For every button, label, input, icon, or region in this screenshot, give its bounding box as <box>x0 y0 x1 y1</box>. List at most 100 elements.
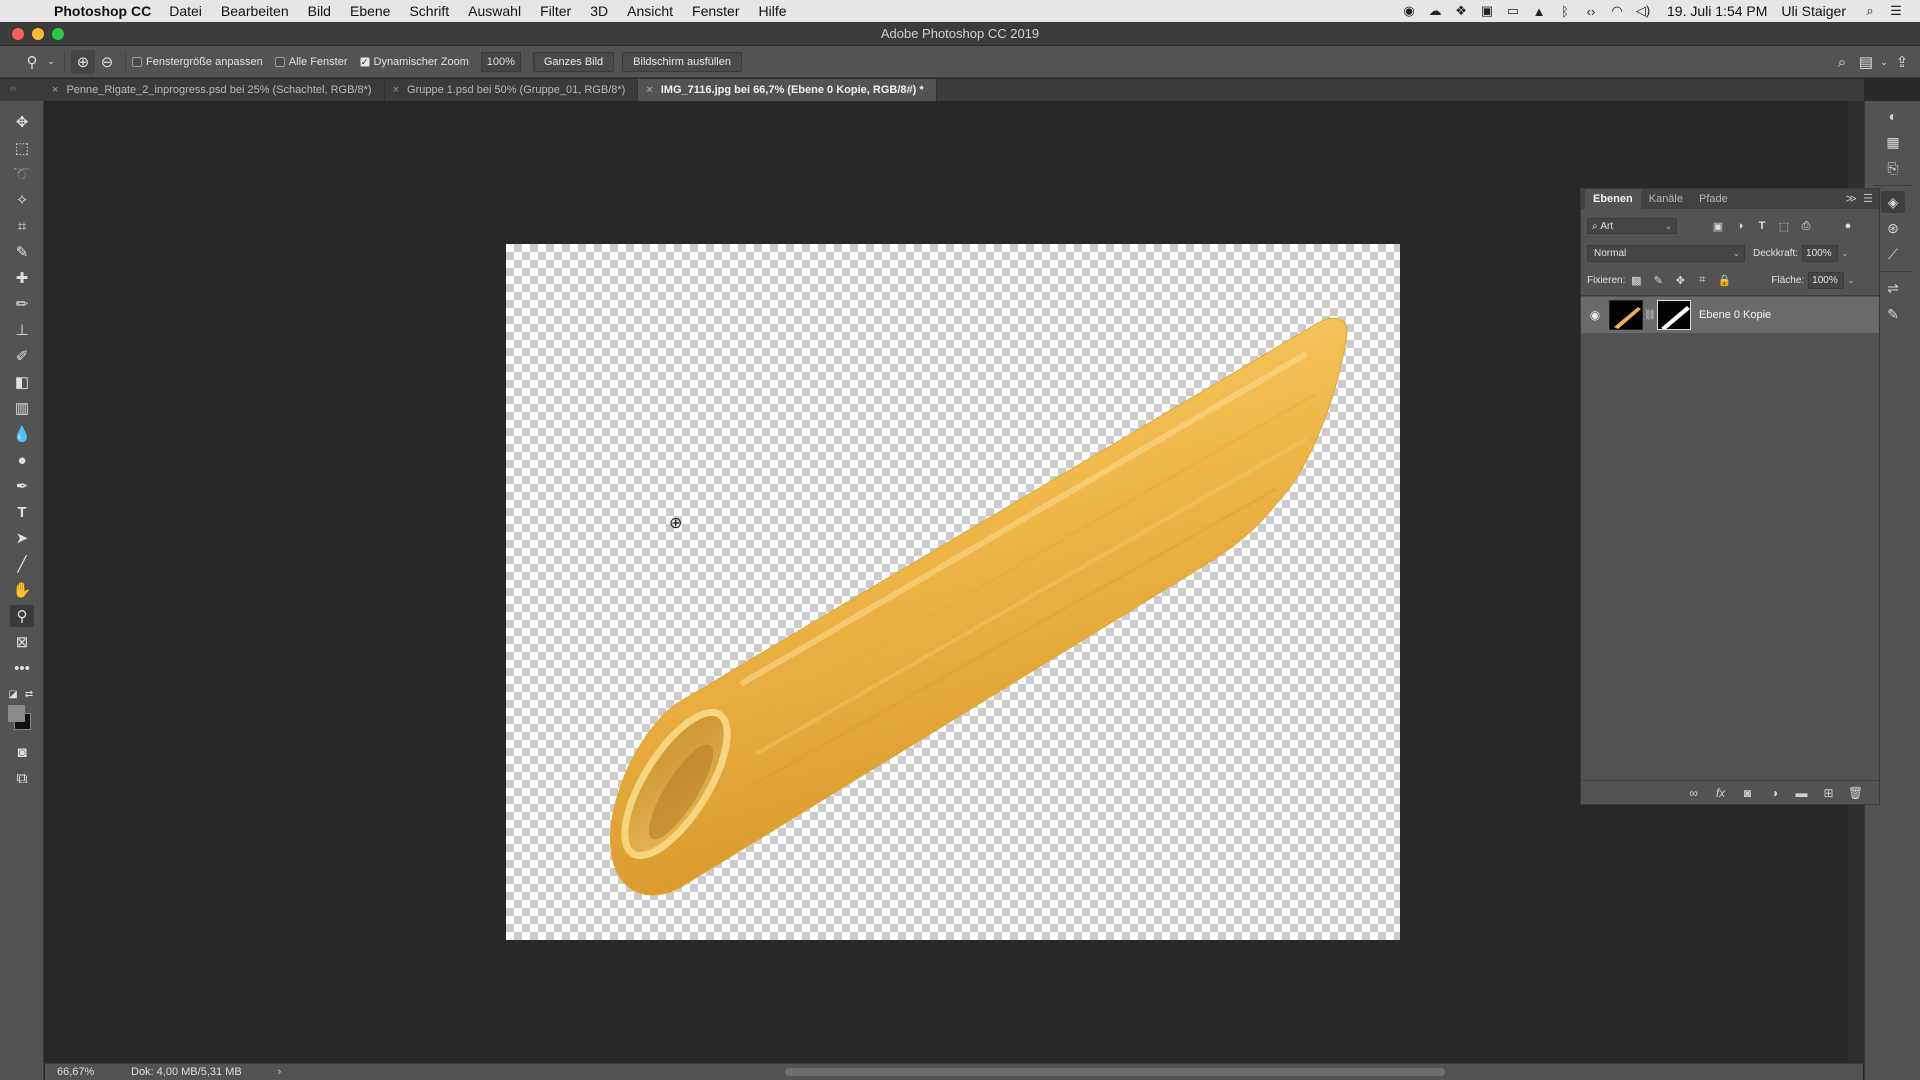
close-icon[interactable]: × <box>646 84 652 96</box>
brush-tool-icon[interactable]: ✏ <box>10 293 34 315</box>
spotlight-search-icon[interactable]: ⌕ <box>1860 3 1880 19</box>
filter-shape-icon[interactable]: ⬚ <box>1773 220 1795 233</box>
menu-auswahl[interactable]: Auswahl <box>468 3 521 19</box>
fit-screen-button[interactable]: Ganzes Bild <box>532 51 615 72</box>
crop-tool-icon[interactable]: ⌗ <box>10 215 34 237</box>
zoom-tool-icon[interactable]: ⚲ <box>10 605 34 627</box>
chevron-down-icon[interactable]: ⌄ <box>1878 50 1890 74</box>
layer-thumbnail[interactable] <box>1609 300 1643 330</box>
trash-icon[interactable]: 🗑 <box>1842 786 1869 800</box>
dodge-tool-icon[interactable]: ● <box>10 449 34 471</box>
foreground-color-swatch[interactable] <box>8 705 25 722</box>
swap-colors-icon[interactable]: ⇄ <box>22 683 36 705</box>
search-icon[interactable]: ⌕ <box>1830 50 1854 74</box>
volume-icon[interactable]: ◁) <box>1633 3 1653 19</box>
menu-3d[interactable]: 3D <box>590 3 608 19</box>
layer-name[interactable]: Ebene 0 Kopie <box>1699 309 1771 321</box>
layer-filter-dropdown[interactable]: ⌕ Art ⌄ <box>1587 218 1677 234</box>
filter-pixel-icon[interactable]: ▣ <box>1707 220 1729 233</box>
menu-ebene[interactable]: Ebene <box>350 3 390 19</box>
gradient-tool-icon[interactable]: ▥ <box>10 397 34 419</box>
doc-tab-img7116[interactable]: × IMG_7116.jpg bei 66,7% (Ebene 0 Kopie,… <box>638 79 937 101</box>
menu-datei[interactable]: Datei <box>169 3 202 19</box>
opacity-input[interactable]: 100% <box>1802 244 1839 262</box>
more-tools-icon[interactable]: ••• <box>10 657 34 679</box>
doc-tab-gruppe[interactable]: × Gruppe 1.psd bei 50% (Gruppe_01, RGB/8… <box>384 79 639 101</box>
chevron-down-icon[interactable]: ⌄ <box>1844 275 1858 286</box>
path-selection-tool-icon[interactable]: ➤ <box>10 527 34 549</box>
zoom-in-icon[interactable]: ⊕ <box>71 49 95 74</box>
default-colors-icon[interactable]: ◪ <box>6 683 20 705</box>
magic-wand-tool-icon[interactable]: ✧ <box>10 189 34 211</box>
line-tool-icon[interactable]: ╱ <box>10 553 34 575</box>
lock-position-icon[interactable]: ✥ <box>1669 274 1691 287</box>
menu-ansicht[interactable]: Ansicht <box>627 3 673 19</box>
wifi-icon[interactable]: ◠ <box>1607 3 1627 19</box>
checkbox-box[interactable] <box>274 56 285 67</box>
fill-input[interactable]: 100% <box>1808 271 1845 289</box>
vlc-icon[interactable]: ▲ <box>1529 4 1549 19</box>
menubar-datetime[interactable]: 19. Juli 1:54 PM <box>1667 3 1767 19</box>
blur-tool-icon[interactable]: 💧 <box>10 423 34 445</box>
screen-mode-icon[interactable]: ⧉ <box>10 767 34 789</box>
status-zoom[interactable]: 66,67% <box>45 1066 105 1078</box>
layer-mask-thumbnail[interactable] <box>1657 300 1691 330</box>
lock-pixels-icon[interactable]: ✎ <box>1647 274 1669 287</box>
new-group-folder-icon[interactable]: ▬ <box>1788 786 1815 800</box>
panel-menu-icon[interactable]: ≫ ☰ <box>1846 192 1874 205</box>
healing-brush-tool-icon[interactable]: ✚ <box>10 267 34 289</box>
share-icon[interactable]: ⇪ <box>1890 50 1914 74</box>
channels-panel-icon[interactable]: ⊛ <box>1881 217 1905 239</box>
eraser-tool-icon[interactable]: ◧ <box>10 371 34 393</box>
add-mask-icon[interactable]: ◙ <box>1734 786 1761 800</box>
chevron-down-icon[interactable]: ⌄ <box>1838 248 1852 259</box>
image-canvas[interactable] <box>506 244 1400 940</box>
menu-bild[interactable]: Bild <box>308 3 331 19</box>
checkbox-box[interactable] <box>132 56 142 67</box>
filter-type-icon[interactable]: T <box>1751 220 1773 232</box>
paths-panel-icon[interactable]: ⟋ <box>1881 243 1905 265</box>
record-icon[interactable]: ◉ <box>1399 3 1419 19</box>
fit-window-checkbox[interactable]: Fenstergröße anpassen <box>132 56 263 68</box>
move-tool-icon[interactable]: ✥ <box>10 111 34 133</box>
lock-all-icon[interactable]: 🔒 <box>1713 274 1735 287</box>
notification-center-icon[interactable]: ☰ <box>1886 3 1906 19</box>
properties-panel-icon[interactable]: ▦ <box>1881 131 1905 153</box>
pen-tool-icon[interactable]: ✒ <box>10 475 34 497</box>
blend-mode-dropdown[interactable]: Normal ⌄ <box>1587 244 1745 262</box>
menu-app-name[interactable]: Photoshop CC <box>54 3 151 19</box>
type-tool-icon[interactable]: T <box>10 501 34 523</box>
chevron-right-icon[interactable]: › <box>278 1066 282 1078</box>
display-icon[interactable]: ▭ <box>1503 3 1523 19</box>
zoom-tool-preset-icon[interactable]: ⚲ <box>20 50 44 74</box>
eyedropper-tool-icon[interactable]: ✎ <box>10 241 34 263</box>
history-panel-icon[interactable]: ⎘ <box>1881 157 1905 179</box>
menu-fenster[interactable]: Fenster <box>692 3 739 19</box>
doc-tab-penne[interactable]: × Penne_Rigate_2_inprogress.psd bei 25% … <box>44 79 385 101</box>
layers-panel-icon[interactable]: ◈ <box>1881 191 1905 213</box>
adjustment-layer-icon[interactable]: ◑ <box>1761 786 1788 800</box>
filter-toggle-icon[interactable]: ● <box>1837 220 1859 232</box>
zoom-percent-field[interactable]: 100% <box>480 51 521 72</box>
status-doc-size[interactable]: Dok: 4,00 MB/5,31 MB <box>131 1066 242 1078</box>
zoom-out-icon[interactable]: ⊖ <box>95 50 119 74</box>
color-panel-icon[interactable]: ◐ <box>1881 105 1905 127</box>
link-layers-icon[interactable]: ∞ <box>1680 786 1707 800</box>
dropbox-icon[interactable]: ❖ <box>1451 3 1471 19</box>
horizontal-scrollbar-thumb[interactable] <box>785 1068 1445 1076</box>
adjustments-panel-icon[interactable]: ⇌ <box>1881 277 1905 299</box>
layer-row[interactable]: ◉ ⛓ Ebene 0 Kopie <box>1581 297 1879 333</box>
new-layer-icon[interactable]: ⊞ <box>1815 786 1842 800</box>
filter-smart-object-icon[interactable]: ⎙ <box>1795 220 1817 233</box>
close-icon[interactable]: × <box>393 84 399 96</box>
bluetooth-icon[interactable]: ᛒ <box>1555 4 1575 19</box>
history-brush-tool-icon[interactable]: ✐ <box>10 345 34 367</box>
code-icon[interactable]: ‹› <box>1581 4 1601 19</box>
menu-hilfe[interactable]: Hilfe <box>759 3 787 19</box>
chevron-down-icon[interactable]: ⌄ <box>44 50 58 74</box>
dynamic-zoom-checkbox[interactable]: ✓ Dynamischer Zoom <box>359 56 469 68</box>
fill-screen-button[interactable]: Bildschirm ausfüllen <box>622 51 742 72</box>
checkbox-checked-box[interactable]: ✓ <box>359 56 370 67</box>
all-windows-checkbox[interactable]: Alle Fenster <box>274 56 348 68</box>
menubar-user[interactable]: Uli Staiger <box>1781 3 1846 19</box>
